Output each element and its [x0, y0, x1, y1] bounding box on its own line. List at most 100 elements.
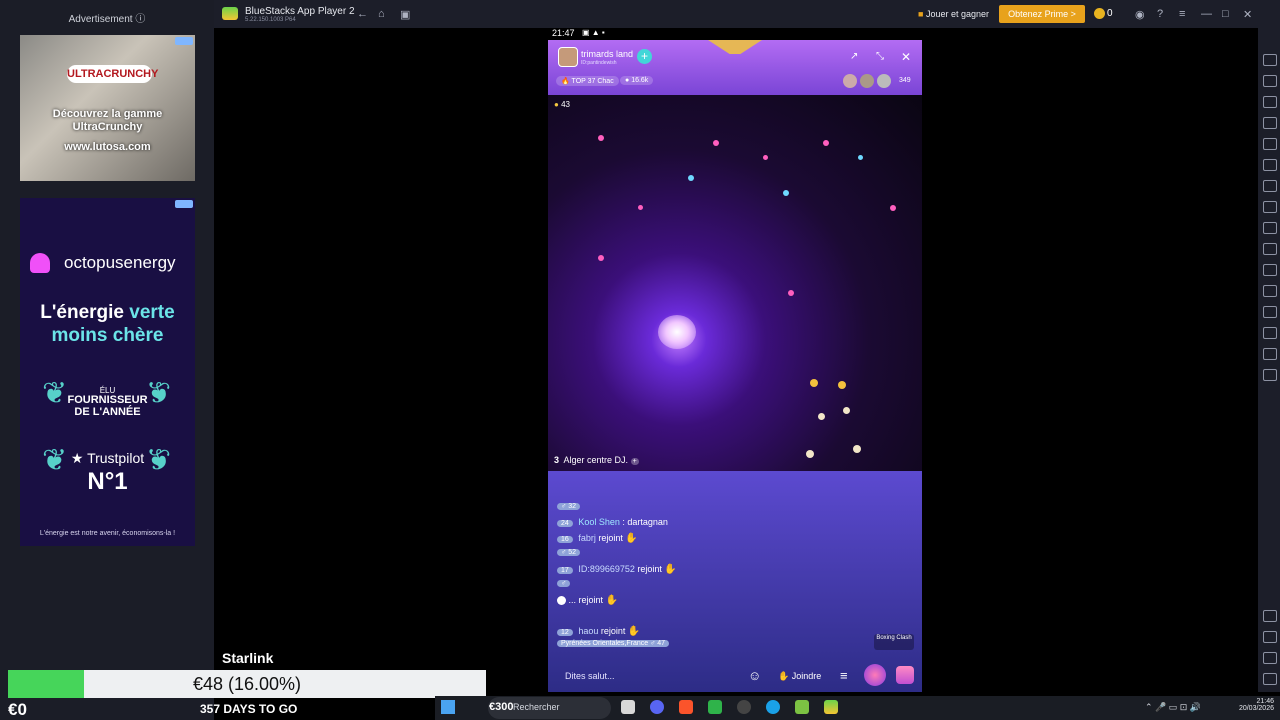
gift-box-icon[interactable]	[896, 666, 914, 684]
controls-icon[interactable]	[1263, 159, 1277, 171]
adchoices-icon[interactable]	[175, 200, 193, 208]
home-icon[interactable]: ⌂	[378, 8, 385, 20]
chat-sub-label: ♂ 52	[557, 549, 580, 556]
chat-line[interactable]: ♂ 32	[557, 500, 583, 510]
home-nav-icon[interactable]	[1263, 652, 1277, 664]
award-line1: FOURNISSEUR	[67, 394, 148, 406]
emoji-icon[interactable]: ☺	[748, 668, 761, 683]
room-name: trimards land	[581, 49, 634, 59]
chat-badge: 17	[557, 567, 573, 574]
chat-line[interactable]: 16 fabrj rejoint ✋	[557, 533, 638, 544]
coins-tag[interactable]: ● 16.6k	[620, 76, 654, 85]
chat-line[interactable]: 12 haou rejoint ✋	[557, 626, 640, 637]
chat-text: rejoint	[578, 595, 604, 605]
play-earn-button[interactable]: ■ Jouer et gagner	[918, 9, 989, 19]
rotate-icon[interactable]	[1263, 117, 1277, 129]
settings-icon[interactable]	[1263, 610, 1277, 622]
maximize-icon[interactable]: □	[1222, 8, 1229, 20]
back-nav-icon[interactable]	[1263, 631, 1277, 643]
wave-hand-icon[interactable]: ✋	[628, 626, 640, 637]
system-tray-icons[interactable]: ⌃ 🎤 ▭ ⊡ 🔊	[1145, 702, 1201, 713]
discord-icon[interactable]	[650, 700, 664, 714]
chat-line[interactable]: 17 ID:899669752 rejoint ✋	[557, 564, 677, 575]
screenshot-icon[interactable]	[1263, 180, 1277, 192]
share-icon[interactable]: ↗	[850, 51, 858, 62]
android-screen: 21:47 ▣ ▲ ▪ trimards land ID:pantindewis…	[548, 28, 922, 692]
chat-username[interactable]: ...	[569, 595, 577, 605]
play-store-icon[interactable]	[708, 700, 722, 714]
files-icon[interactable]	[795, 700, 809, 714]
edge-icon[interactable]	[766, 700, 780, 714]
join-button[interactable]: ✋ Joindre	[778, 671, 821, 682]
chat-line[interactable]: ... rejoint ✋	[557, 595, 618, 606]
eco-icon[interactable]	[1263, 285, 1277, 297]
ad-ultracrunchy[interactable]: ULTRACRUNCHY Découvrez la gamme UltraCru…	[20, 35, 195, 181]
rank-tag[interactable]: 🔥 TOP 37 Chac	[556, 76, 619, 86]
record-icon[interactable]	[1263, 201, 1277, 213]
brave-icon[interactable]	[679, 700, 693, 714]
layers-icon[interactable]	[1263, 348, 1277, 360]
folder-icon[interactable]	[1263, 264, 1277, 276]
help-icon[interactable]: ?	[1157, 8, 1163, 20]
coins-tag-label: 16.6k	[631, 77, 649, 84]
chat-username[interactable]: ID:899669752	[578, 564, 635, 574]
game-icon[interactable]	[864, 664, 886, 686]
light-spot	[843, 407, 850, 414]
viewer-avatar[interactable]	[877, 74, 891, 88]
clock-date: 20/03/2026	[1238, 705, 1274, 712]
viewer-count[interactable]: 349	[899, 77, 911, 84]
back-icon[interactable]: ←	[357, 8, 368, 20]
minimize-room-icon[interactable]: ⤡	[876, 51, 884, 62]
taskbar-clock[interactable]: 21:46 20/03/2026	[1226, 698, 1274, 712]
keyboard-icon[interactable]	[1263, 96, 1277, 108]
chat-username[interactable]: Kool Shen	[578, 517, 620, 527]
video-count-label: 43	[561, 100, 570, 109]
follow-plus-button[interactable]: +	[637, 49, 652, 64]
account-icon[interactable]: ◉	[1135, 8, 1145, 21]
search-label: Rechercher	[513, 702, 560, 712]
task-view-icon[interactable]	[621, 700, 635, 714]
recents-nav-icon[interactable]	[1263, 673, 1277, 685]
coin-small-icon: ●	[625, 77, 630, 84]
ad2-brand: octopusenergy	[64, 253, 176, 272]
light-spot	[598, 255, 604, 261]
add-host-icon[interactable]: +	[630, 458, 639, 465]
sync-icon[interactable]	[1263, 306, 1277, 318]
chat-username[interactable]: haou	[578, 626, 598, 636]
app-icon[interactable]	[737, 700, 751, 714]
adchoices-icon[interactable]	[175, 37, 193, 45]
viewer-avatar[interactable]	[860, 74, 874, 88]
close-icon[interactable]: ✕	[1243, 8, 1252, 21]
menu-lines-icon[interactable]: ≡	[840, 668, 848, 683]
host-label[interactable]: 3 Alger centre DJ. +	[554, 455, 639, 465]
room-avatar[interactable]	[558, 47, 578, 67]
shake-icon[interactable]	[1263, 369, 1277, 381]
fullscreen-icon[interactable]	[1263, 54, 1277, 66]
chat-line[interactable]: 24 Kool Shen : dartagnan	[557, 517, 668, 527]
boxing-clash-button[interactable]: Boxing Clash	[874, 634, 914, 650]
multi-instance-icon[interactable]: ▣	[400, 8, 410, 21]
wave-hand-icon[interactable]: ✋	[664, 564, 676, 575]
chat-badge: 24	[557, 520, 573, 527]
macro-icon[interactable]	[1263, 138, 1277, 150]
chat-badge: 12	[557, 629, 573, 636]
taskbar-search[interactable]: €300 Rechercher	[488, 697, 611, 719]
media-icon[interactable]	[1263, 222, 1277, 234]
bluestacks-taskbar-icon[interactable]	[824, 700, 838, 714]
chat-username[interactable]: fabrj	[578, 533, 596, 543]
ad-octopus-energy[interactable]: octopusenergy L'énergie verte moins chèr…	[20, 198, 195, 546]
volume-icon[interactable]	[1263, 75, 1277, 87]
close-room-icon[interactable]: ✕	[901, 50, 911, 64]
menu-icon[interactable]: ≡	[1179, 8, 1185, 20]
get-prime-button[interactable]: Obtenez Prime >	[999, 5, 1085, 23]
apk-icon[interactable]	[1263, 243, 1277, 255]
live-video[interactable]: ● 43 3 Alger centre DJ. +	[548, 95, 922, 471]
location-icon[interactable]	[1263, 327, 1277, 339]
chat-sub: ♂ 52	[557, 546, 583, 556]
windows-start-icon[interactable]	[441, 700, 455, 714]
wave-hand-icon[interactable]: ✋	[606, 595, 618, 606]
wave-hand-icon[interactable]: ✋	[625, 533, 637, 544]
viewer-avatar[interactable]	[843, 74, 857, 88]
chat-input[interactable]: Dites salut...	[556, 666, 743, 686]
minimize-icon[interactable]: —	[1201, 8, 1212, 20]
